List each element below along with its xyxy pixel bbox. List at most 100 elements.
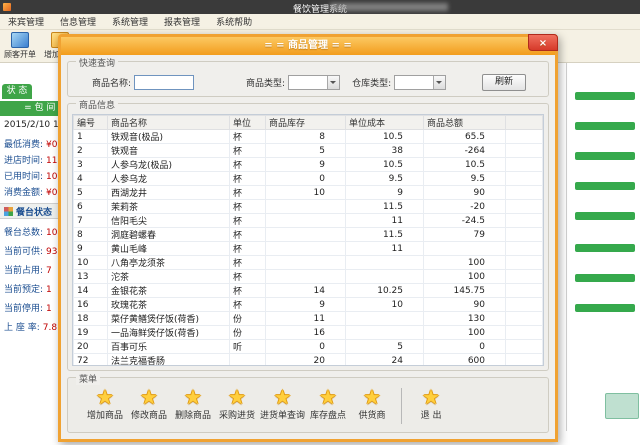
product-type-select[interactable] [288,75,340,90]
quick-search-group-title: 快速查询 [76,56,118,69]
menu-button[interactable]: ★进货单查询 [260,387,305,421]
toolbar-button[interactable]: 顾客开单 [0,30,40,62]
table-cell: 沱茶 [108,270,230,284]
table-row[interactable]: 18菜仔黄鳝煲仔饭(荷香)份11130 [74,312,543,326]
menu-bar: 来宾管理信息管理系统管理报表管理系统帮助 [0,14,640,30]
table-cell: 杯 [230,130,266,144]
menu-item[interactable]: 系统帮助 [208,15,260,28]
sidebar-row-value: 7.8 [43,319,57,338]
background-list-bar [575,274,635,282]
sidebar-row-label: 当前停用: [4,300,43,319]
dialog-menu-group-title: 菜单 [76,372,100,385]
product-info-group: 商品信息 编号商品名称单位商品库存单位成本商品总额 1铁观音(极品)杯810.5… [67,103,549,371]
table-cell: 38 [346,144,424,158]
table-row[interactable]: 9黄山毛峰杯11 [74,242,543,256]
sidebar-row-label: 上 座 率: [4,319,40,338]
table-cell [266,270,346,284]
table-row[interactable]: 72法兰克福香肠2024600 [74,354,543,367]
table-cell: 杯 [230,242,266,256]
table-cell: 11.5 [346,228,424,242]
sidebar-row-label: 消费金额: [4,185,43,201]
dialog-menu-group: 菜单 ★增加商品★修改商品★删除商品★采购进货★进货单查询★库存盘点★供货商★退… [67,377,549,433]
close-button[interactable]: × [528,34,558,51]
menu-button[interactable]: ★采购进货 [216,387,258,421]
product-management-dialog: = = 商品管理 = = × 快速查询 商品名称: 商品类型: 仓库类型: 刷新… [58,34,558,442]
menu-button[interactable]: ★删除商品 [172,387,214,421]
table-cell: 145.75 [424,284,506,298]
menu-button-label: 修改商品 [131,408,167,421]
table-cell: 16 [74,298,108,312]
table-row[interactable]: 14金银花茶杯1410.25145.75 [74,284,543,298]
sidebar-row-label: 已用时间: [4,169,43,185]
table-row[interactable]: 8洞庭碧螺春杯11.579 [74,228,543,242]
table-cell: 100 [424,256,506,270]
customer-order-icon [11,32,29,48]
sidebar-row-label: 当前占用: [4,262,43,281]
table-cell: 0 [424,340,506,354]
sidebar-row-label: 当前预定: [4,281,43,300]
table-cell: 1 [74,130,108,144]
table-cell: 11.5 [346,200,424,214]
table-row[interactable]: 7信阳毛尖杯11-24.5 [74,214,543,228]
table-cell: 9 [74,242,108,256]
table-row[interactable]: 5西湖龙井杯10990 [74,186,543,200]
table-row[interactable]: 20百事可乐听050 [74,340,543,354]
menu-button[interactable]: ★增加商品 [84,387,126,421]
menu-button[interactable]: ★修改商品 [128,387,170,421]
table-grid-icon [4,207,13,216]
table-cell: 5 [346,340,424,354]
product-name-input[interactable] [134,75,194,90]
product-table-head-row: 编号商品名称单位商品库存单位成本商品总额 [74,116,543,130]
table-cell: 100 [424,326,506,340]
table-cell [424,242,506,256]
table-row[interactable]: 13沱茶杯100 [74,270,543,284]
table-row[interactable]: 10八角亭龙须茶杯100 [74,256,543,270]
background-list-bar [575,304,635,312]
table-cell: 杯 [230,186,266,200]
menu-item[interactable]: 信息管理 [52,15,104,28]
table-cell: 杯 [230,256,266,270]
table-cell: 杯 [230,270,266,284]
table-row[interactable]: 3人参乌龙(极品)杯910.510.5 [74,158,543,172]
quick-search-group: 快速查询 商品名称: 商品类型: 仓库类型: 刷新 [67,61,549,97]
refresh-button[interactable]: 刷新 [482,74,526,91]
table-cell [230,354,266,367]
table-row[interactable]: 1铁观音(极品)杯810.565.5 [74,130,543,144]
product-type-label: 商品类型: [246,76,285,89]
star-icon: ★ [363,387,381,407]
toolbar-button-label: 顾客开单 [4,49,36,60]
table-cell [346,256,424,270]
table-cell: 百事可乐 [108,340,230,354]
table-cell: 18 [74,312,108,326]
dialog-title-bar: = = 商品管理 = = × [61,37,555,55]
table-cell: -20 [424,200,506,214]
menu-item[interactable]: 系统管理 [104,15,156,28]
table-row[interactable]: 16玫瑰花茶杯91090 [74,298,543,312]
table-cell: 4 [74,172,108,186]
column-header: 商品总额 [424,116,506,130]
table-cell: 10.5 [346,158,424,172]
table-cell: 份 [230,326,266,340]
table-cell: 10.5 [346,130,424,144]
table-row[interactable]: 6茉莉茶杯11.5-20 [74,200,543,214]
warehouse-type-select[interactable] [394,75,446,90]
table-cell-filler [506,214,543,228]
tab-status[interactable]: 状 态 [2,84,32,99]
table-row[interactable]: 19一品海鲜煲仔饭(荷香)份16100 [74,326,543,340]
star-icon: ★ [228,387,246,407]
background-list-bar [575,244,635,252]
table-cell: 黄山毛峰 [108,242,230,256]
table-cell: 茉莉茶 [108,200,230,214]
menu-item[interactable]: 报表管理 [156,15,208,28]
star-icon: ★ [96,387,114,407]
table-row[interactable]: 2铁观音杯538-264 [74,144,543,158]
table-row[interactable]: 4人参乌龙杯09.59.5 [74,172,543,186]
table-cell: 2 [74,144,108,158]
menu-button-label: 进货单查询 [260,408,305,421]
menu-button[interactable]: ★库存盘点 [307,387,349,421]
table-cell [266,256,346,270]
table-cell: 14 [74,284,108,298]
menu-button[interactable]: ★退 出 [410,387,452,421]
menu-button[interactable]: ★供货商 [351,387,393,421]
menu-item[interactable]: 来宾管理 [0,15,52,28]
